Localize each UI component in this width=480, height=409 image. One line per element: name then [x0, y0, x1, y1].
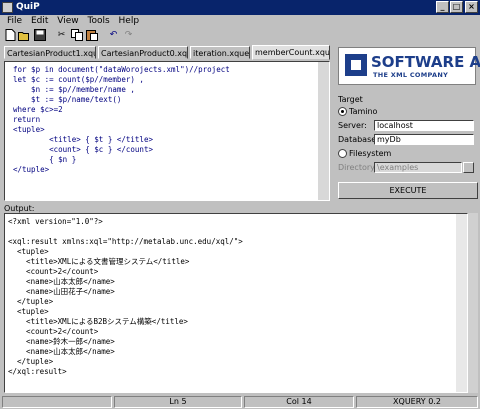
- output-side-scrollbar[interactable]: [468, 213, 478, 393]
- menu-help[interactable]: Help: [116, 15, 143, 27]
- filesystem-label: Filesystem: [349, 149, 392, 158]
- tab-iteration[interactable]: iteration.xquery*: [190, 46, 250, 59]
- directory-label: Directory:: [338, 163, 377, 172]
- status-mode: XQUERY 0.2: [356, 396, 478, 408]
- execute-button[interactable]: EXECUTE: [338, 182, 478, 199]
- query-editor[interactable]: for $p in document("dataWorojects.xml")/…: [4, 61, 330, 201]
- undo-icon[interactable]: ↶: [107, 29, 120, 41]
- paste-icon[interactable]: [85, 29, 98, 41]
- server-field[interactable]: localhost: [374, 120, 474, 131]
- software-ag-logo: SOFTWARE AG THE XML COMPANY: [338, 47, 480, 85]
- window-title: QuiP: [16, 2, 40, 12]
- close-icon[interactable]: ×: [465, 1, 478, 13]
- logo-name: SOFTWARE AG: [371, 53, 480, 71]
- title-bar: QuiP _ □ ×: [0, 0, 480, 15]
- minimize-icon[interactable]: _: [436, 1, 449, 13]
- output-label: Output:: [4, 204, 35, 213]
- status-column: Col 14: [244, 396, 354, 408]
- tab-membercount[interactable]: memberCount.xquery*: [252, 45, 330, 60]
- target-label: Target: [338, 95, 363, 104]
- status-line: Ln 5: [114, 396, 242, 408]
- browse-directory-button[interactable]: [463, 162, 474, 173]
- redo-icon[interactable]: ↷: [122, 29, 135, 41]
- menu-bar: File Edit View Tools Help: [0, 15, 480, 27]
- menu-edit[interactable]: Edit: [28, 15, 51, 27]
- server-label: Server:: [338, 121, 367, 130]
- database-field[interactable]: myDb: [374, 134, 474, 145]
- filesystem-radio[interactable]: [338, 149, 347, 158]
- copy-icon[interactable]: [70, 29, 83, 41]
- tab-cartesianproduct0[interactable]: CartesianProduct0.xquery: [98, 46, 188, 59]
- menu-file[interactable]: File: [4, 15, 25, 27]
- logo-tagline: THE XML COMPANY: [373, 71, 449, 79]
- editor-tabs: CartesianProduct1.xquery CartesianProduc…: [2, 45, 332, 61]
- query-code[interactable]: for $p in document("dataWorojects.xml")/…: [5, 62, 329, 175]
- editor-scrollbar[interactable]: [318, 62, 329, 200]
- cut-icon[interactable]: ✂: [55, 29, 68, 41]
- status-bar: Ln 5 Col 14 XQUERY 0.2: [0, 394, 480, 409]
- tamino-radio[interactable]: [338, 107, 347, 116]
- database-label: Database:: [338, 135, 379, 144]
- maximize-icon[interactable]: □: [450, 1, 463, 13]
- new-file-icon[interactable]: [4, 29, 17, 41]
- logo-mark-icon: [345, 54, 367, 76]
- open-file-icon[interactable]: [18, 29, 31, 41]
- app-icon: [2, 2, 13, 13]
- output-scrollbar[interactable]: [456, 214, 467, 392]
- target-panel: Target Tamino Server: localhost Database…: [336, 95, 478, 175]
- output-text[interactable]: <?xml version="1.0"?> <xql:result xmlns:…: [5, 214, 467, 377]
- output-panel[interactable]: <?xml version="1.0"?> <xql:result xmlns:…: [4, 213, 468, 393]
- menu-view[interactable]: View: [54, 15, 81, 27]
- menu-tools[interactable]: Tools: [84, 15, 112, 27]
- toolbar: ✂ ↶ ↷: [0, 27, 480, 43]
- tab-cartesianproduct1[interactable]: CartesianProduct1.xquery: [4, 46, 96, 59]
- save-icon[interactable]: [33, 29, 46, 41]
- tamino-label: Tamino: [349, 107, 378, 116]
- status-message: [2, 396, 112, 408]
- directory-field[interactable]: \examples: [374, 162, 462, 173]
